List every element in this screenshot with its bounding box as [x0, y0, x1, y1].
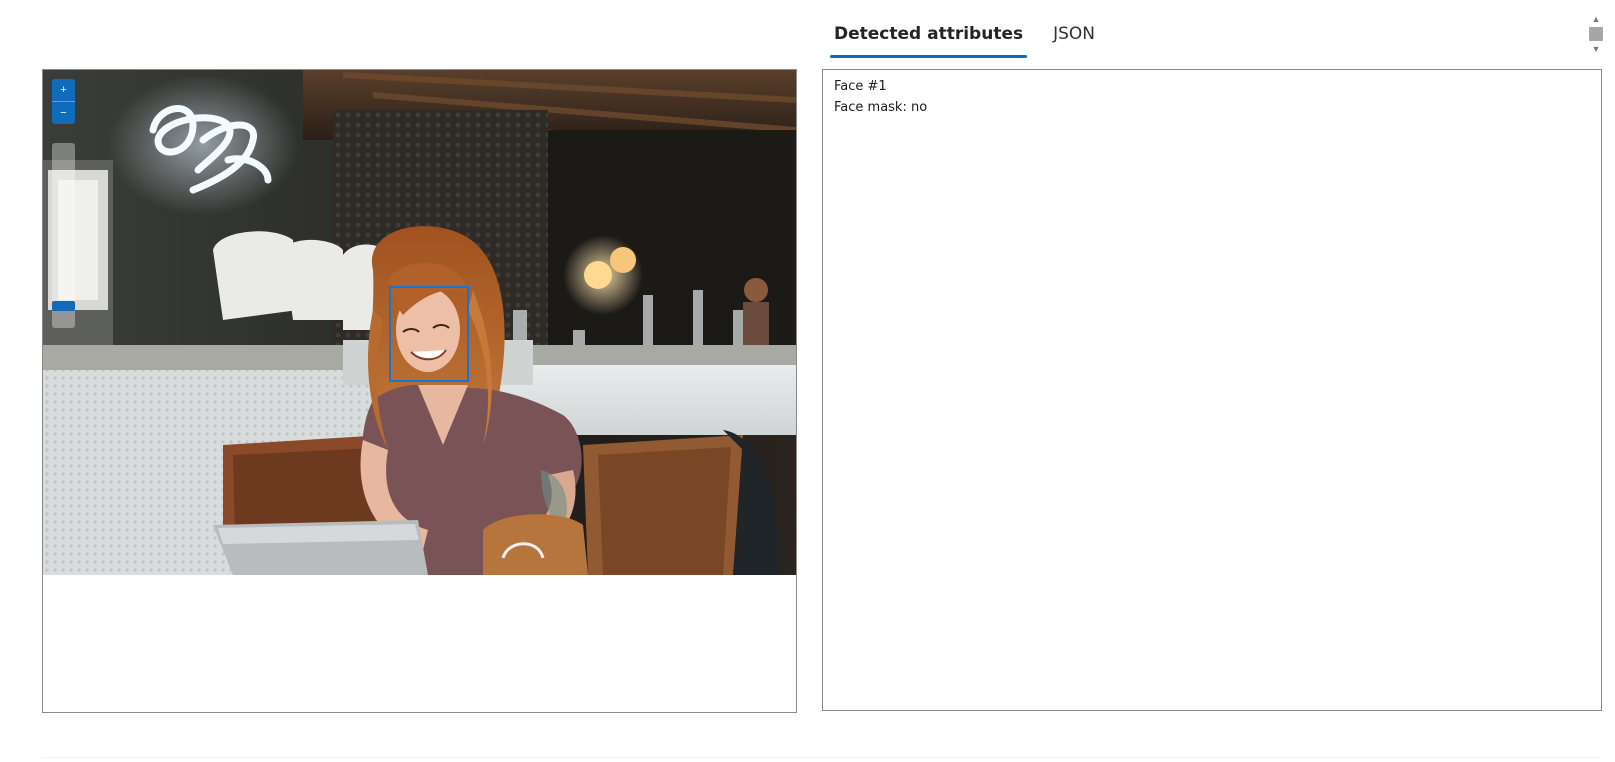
- face-bounding-box: [389, 286, 469, 382]
- zoom-out-button[interactable]: −: [52, 101, 75, 124]
- footer-divider: [42, 757, 1602, 758]
- tab-detected-attributes[interactable]: Detected attributes: [830, 20, 1028, 58]
- zoom-slider[interactable]: [52, 143, 75, 328]
- scrollbar-thumb[interactable]: [1589, 27, 1603, 41]
- zoom-in-button[interactable]: +: [52, 79, 75, 101]
- plus-icon: +: [60, 83, 67, 96]
- result-tabs: Detected attributes JSON: [830, 20, 1121, 58]
- scroll-up-icon[interactable]: ▲: [1589, 13, 1603, 25]
- zoom-controls: + −: [52, 79, 75, 124]
- tab-json[interactable]: JSON: [1049, 20, 1099, 58]
- face-label: Face #1: [834, 79, 887, 94]
- zoom-slider-thumb[interactable]: [52, 301, 75, 311]
- minus-icon: −: [60, 106, 67, 119]
- detected-attributes-panel: Face #1 Face mask: no: [822, 69, 1602, 711]
- face-detection-page: + − Detected attributes JSON Face #1 Fac…: [0, 0, 1615, 762]
- image-viewer[interactable]: + −: [42, 69, 797, 713]
- scroll-down-icon[interactable]: ▼: [1589, 43, 1603, 55]
- page-scrollbar[interactable]: ▲ ▼: [1589, 13, 1603, 57]
- face-mask-attribute: Face mask: no: [834, 100, 928, 115]
